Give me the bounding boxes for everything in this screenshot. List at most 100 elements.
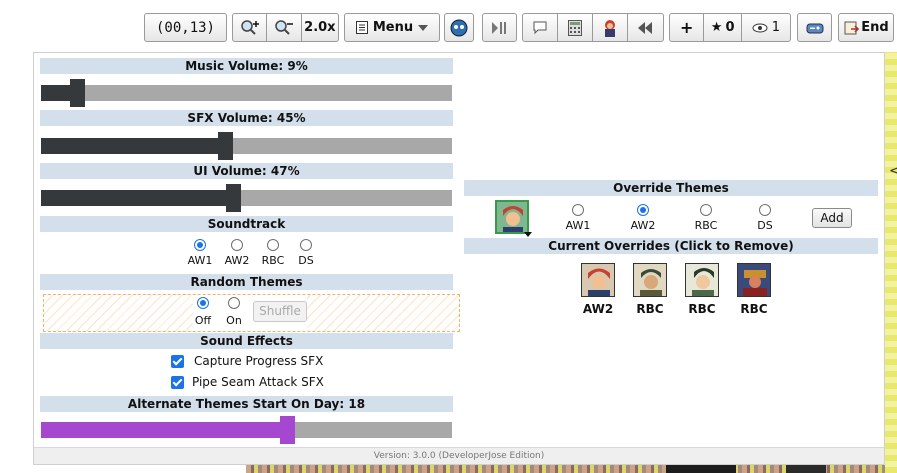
soundtrack-radio-aw1[interactable] bbox=[194, 239, 206, 251]
eye-icon bbox=[752, 23, 768, 32]
commander-portrait-icon bbox=[582, 264, 614, 296]
commander-portrait-icon bbox=[604, 19, 615, 37]
override-themes-label: Override Themes bbox=[464, 180, 878, 196]
override-option-aw2: AW2 bbox=[630, 219, 656, 232]
music-volume-thumb[interactable] bbox=[70, 79, 85, 107]
game-button[interactable] bbox=[797, 13, 832, 42]
end-turn-button[interactable]: End bbox=[838, 13, 894, 42]
soundtrack-option-ds: DS bbox=[298, 254, 314, 267]
chat-bubble-button[interactable] bbox=[444, 13, 474, 42]
pipe-seam-label: Pipe Seam Attack SFX bbox=[192, 375, 324, 389]
face-icon bbox=[450, 19, 468, 36]
coordinates-text: (00,13) bbox=[155, 19, 215, 36]
capture-progress-checkbox[interactable] bbox=[171, 355, 184, 368]
soundtrack-label: Soundtrack bbox=[40, 216, 453, 232]
override-item-1-label: AW2 bbox=[582, 302, 614, 316]
chevron-down-icon bbox=[418, 24, 429, 31]
random-themes-on-label: On bbox=[226, 314, 242, 327]
override-option-aw1: AW1 bbox=[565, 219, 591, 232]
version-footer: Version: 3.0.0 (DeveloperJose Edition) bbox=[34, 447, 884, 464]
zoom-out-icon bbox=[275, 19, 294, 35]
override-radio-rbc[interactable] bbox=[700, 204, 712, 216]
settings-panel: Music Volume: 9% SFX Volume: 45% UI Volu… bbox=[33, 52, 885, 465]
override-item-4-label: RBC bbox=[740, 302, 768, 316]
override-item-3-label: RBC bbox=[688, 302, 716, 316]
rewind-button[interactable] bbox=[628, 14, 663, 41]
override-item-3-portrait[interactable] bbox=[685, 263, 719, 297]
zoom-level-text: 2.0x bbox=[304, 20, 336, 35]
capture-progress-label: Capture Progress SFX bbox=[194, 354, 324, 368]
plus-icon: + bbox=[680, 18, 694, 37]
calculator-button[interactable] bbox=[558, 14, 594, 41]
soundtrack-radio-aw2[interactable] bbox=[231, 239, 243, 251]
music-volume-label: Music Volume: 9% bbox=[40, 58, 453, 74]
random-themes-radio-on[interactable] bbox=[228, 297, 240, 309]
tools-group bbox=[522, 13, 664, 42]
play-pause-icon bbox=[491, 21, 506, 34]
sfx-volume-label: SFX Volume: 45% bbox=[40, 110, 453, 126]
zoom-in-button[interactable] bbox=[233, 14, 268, 41]
zoom-out-button[interactable] bbox=[267, 14, 302, 41]
chevron-down-icon bbox=[524, 232, 532, 237]
commander-portrait-icon bbox=[497, 202, 527, 232]
soundtrack-option-aw1: AW1 bbox=[187, 254, 213, 267]
override-option-ds: DS bbox=[757, 219, 773, 232]
override-item-4-portrait[interactable] bbox=[737, 263, 771, 297]
sfx-volume-slider[interactable] bbox=[41, 132, 452, 160]
alternate-themes-slider[interactable] bbox=[41, 416, 452, 444]
eye-count: 1 bbox=[771, 20, 781, 35]
override-co-select[interactable] bbox=[495, 200, 529, 234]
alternate-themes-label: Alternate Themes Start On Day: 18 bbox=[40, 396, 453, 412]
map-edge-right bbox=[885, 52, 897, 473]
coordinates-display: (00,13) bbox=[144, 13, 227, 42]
speech-bubble-icon bbox=[533, 21, 547, 35]
current-overrides-label: Current Overrides (Click to Remove) bbox=[464, 238, 878, 254]
commander-portrait-icon bbox=[634, 264, 666, 296]
shuffle-button[interactable]: Shuffle bbox=[253, 301, 307, 322]
soundtrack-option-aw2: AW2 bbox=[224, 254, 250, 267]
ui-volume-slider[interactable] bbox=[41, 184, 452, 212]
override-add-button[interactable]: Add bbox=[812, 208, 852, 228]
end-turn-icon bbox=[844, 21, 860, 34]
override-radio-aw1[interactable] bbox=[572, 204, 584, 216]
override-option-rbc: RBC bbox=[694, 219, 718, 232]
soundtrack-radio-ds[interactable] bbox=[300, 239, 312, 251]
commander-button[interactable] bbox=[593, 14, 628, 41]
alternate-themes-fill bbox=[41, 422, 288, 438]
stats-group: + ★ 0 1 bbox=[669, 13, 791, 42]
override-item-2-label: RBC bbox=[636, 302, 664, 316]
star-icon: ★ bbox=[710, 20, 723, 35]
random-themes-radio-off[interactable] bbox=[197, 297, 209, 309]
side-arrow-icon: < bbox=[889, 163, 897, 179]
play-pause-button[interactable] bbox=[482, 13, 517, 42]
add-button[interactable]: + bbox=[670, 14, 705, 41]
override-radio-ds[interactable] bbox=[759, 204, 771, 216]
sound-effects-label: Sound Effects bbox=[40, 333, 453, 349]
stars-count: 0 bbox=[725, 20, 735, 35]
ui-volume-fill bbox=[41, 190, 234, 206]
menu-list-icon bbox=[355, 21, 368, 34]
random-themes-label: Random Themes bbox=[40, 274, 453, 290]
message-button[interactable] bbox=[523, 14, 558, 41]
spectators-button[interactable]: 1 bbox=[742, 14, 790, 41]
soundtrack-radio-rbc[interactable] bbox=[267, 239, 279, 251]
zoom-in-icon bbox=[240, 19, 259, 35]
sfx-volume-thumb[interactable] bbox=[218, 132, 233, 160]
override-radio-aw2[interactable] bbox=[637, 204, 649, 216]
zoom-group: 2.0x bbox=[232, 13, 339, 42]
menu-button[interactable]: Menu bbox=[344, 13, 440, 42]
commander-portrait-icon bbox=[686, 264, 718, 296]
override-item-1-portrait[interactable] bbox=[581, 263, 615, 297]
menu-label: Menu bbox=[372, 20, 414, 35]
pipe-seam-checkbox[interactable] bbox=[171, 376, 184, 389]
ui-volume-thumb[interactable] bbox=[226, 184, 241, 212]
stars-button[interactable]: ★ 0 bbox=[704, 14, 742, 41]
gamepad-icon bbox=[806, 23, 823, 33]
music-volume-slider[interactable] bbox=[41, 79, 452, 107]
zoom-level: 2.0x bbox=[302, 14, 338, 41]
alternate-themes-thumb[interactable] bbox=[280, 416, 295, 444]
ui-volume-label: UI Volume: 47% bbox=[40, 163, 453, 179]
end-label: End bbox=[861, 20, 889, 35]
sfx-volume-fill bbox=[41, 138, 226, 154]
override-item-2-portrait[interactable] bbox=[633, 263, 667, 297]
